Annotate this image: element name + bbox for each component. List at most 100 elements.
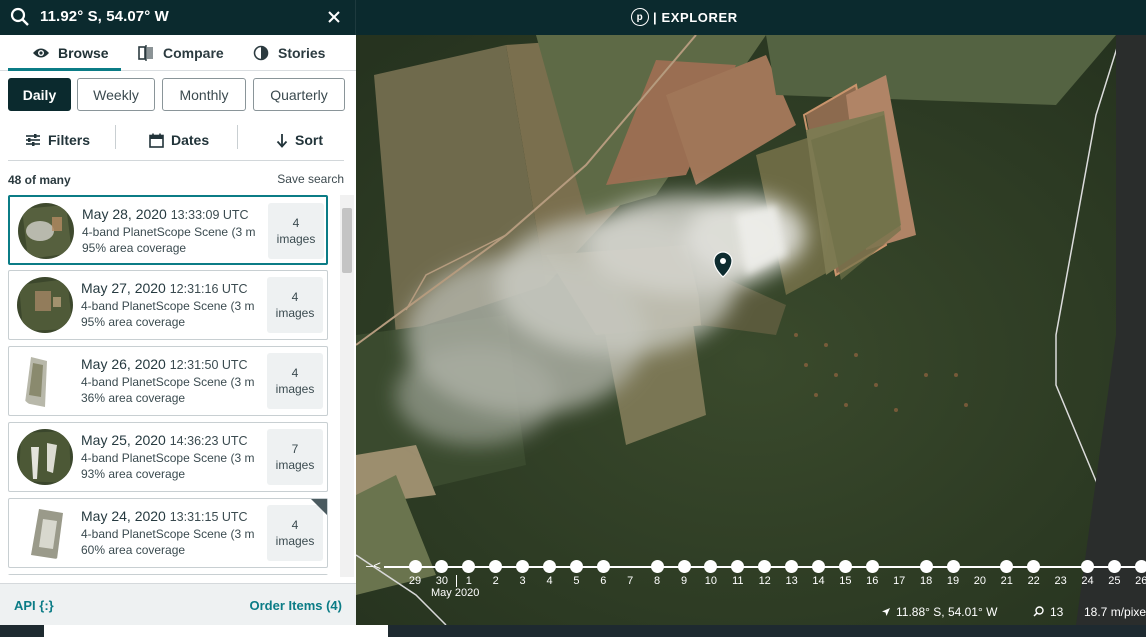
scene-time: 14:36:23 UTC (169, 434, 248, 448)
arrow-down-icon (276, 133, 288, 148)
timeline-day-dot[interactable] (408, 560, 422, 573)
timeline-day-dot[interactable] (677, 560, 691, 573)
navigation-arrow-icon (882, 608, 890, 616)
timeline-day-dot[interactable] (1107, 560, 1121, 573)
timeline-day-dot[interactable] (543, 560, 556, 573)
zoom-value: 13 (1050, 605, 1064, 619)
list-item[interactable]: May 27, 2020 12:31:16 UTC 4-band PlanetS… (8, 270, 328, 340)
os-taskbar-search[interactable] (44, 625, 388, 637)
timeline-day-dot[interactable] (893, 560, 906, 573)
timeline-day-label: 26 (1135, 575, 1146, 587)
timeline-day-dot[interactable] (1027, 560, 1041, 573)
timeline[interactable]: –< 29 30 1 2 3 4 5 6 7 8 9 10 11 12 13 14 15 16 17 18 19 20 21… (356, 555, 1146, 605)
timeline-back-button[interactable]: –< (366, 558, 381, 573)
image-count-badge[interactable]: 4 images (267, 353, 323, 409)
map-imagery (356, 35, 1146, 625)
timeline-day-label: 29 (408, 575, 422, 587)
timeline-day-dot[interactable] (462, 560, 476, 573)
list-item[interactable]: May 26, 2020 12:31:50 UTC 4-band PlanetS… (8, 346, 328, 416)
timeline-day-dot[interactable] (785, 560, 799, 573)
filters-label: Filters (48, 132, 91, 148)
results-count: 48 of many (8, 173, 71, 187)
sidebar-footer: API {:} Order Items (4) (0, 583, 356, 625)
image-count-unit: images (276, 232, 316, 246)
scale-readout: 18.7 m/pixel (1084, 605, 1146, 619)
timeline-day-dot[interactable] (516, 560, 530, 573)
period-daily-button[interactable]: Daily (8, 78, 71, 111)
timeline-day-dot[interactable] (865, 560, 879, 573)
scene-date: May 24, 2020 13:31:15 UTC (81, 508, 248, 524)
timeline-day-label: 20 (973, 575, 987, 587)
month-tick (456, 575, 457, 587)
timeline-day-dot[interactable] (946, 560, 960, 573)
timeline-day-label: 22 (1027, 575, 1040, 587)
image-count-badge[interactable]: 4 images (267, 277, 323, 333)
tab-stories[interactable]: Stories (252, 35, 325, 71)
timeline-day-label: 4 (546, 575, 553, 587)
sliders-icon (26, 134, 40, 146)
order-items-link[interactable]: Order Items (4) (250, 598, 342, 613)
search-input[interactable]: 11.92° S, 54.07° W (40, 8, 169, 25)
timeline-day-dot[interactable] (1134, 560, 1146, 573)
scene-time: 12:31:50 UTC (169, 358, 248, 372)
timeline-day-dot[interactable] (838, 560, 852, 573)
period-quarterly-button[interactable]: Quarterly (253, 78, 345, 111)
scrollbar-thumb[interactable] (342, 208, 352, 273)
image-count-unit: images (275, 382, 315, 396)
timeline-day-label: 23 (1054, 575, 1067, 587)
timeline-day-dot[interactable] (919, 560, 933, 573)
calendar-icon (149, 133, 164, 148)
api-link[interactable]: API {:} (14, 598, 54, 613)
timeline-day-dot[interactable] (650, 560, 664, 573)
scene-coverage: 60% area coverage (81, 543, 186, 557)
tab-browse[interactable]: Browse (32, 35, 109, 71)
timeline-day-dot[interactable] (973, 560, 986, 573)
timeline-day-dot[interactable] (435, 560, 449, 573)
list-item[interactable]: May 24, 2020 13:31:15 UTC 4-band PlanetS… (8, 498, 328, 568)
search-box[interactable]: 11.92° S, 54.07° W (0, 0, 356, 35)
timeline-day-dot[interactable] (1000, 560, 1014, 573)
filters-button[interactable]: Filters (25, 129, 90, 151)
scene-thumbnail (18, 203, 74, 259)
list-item[interactable]: May 28, 2020 13:33:09 UTC 4-band PlanetS… (8, 195, 328, 265)
timeline-day-label: 30 (435, 575, 449, 587)
timeline-day-dot[interactable] (731, 560, 745, 573)
cursor-coordinates: 11.88° S, 54.01° W (881, 605, 997, 619)
brand-name: | EXPLORER (653, 9, 738, 25)
divider (237, 125, 238, 149)
tab-compare[interactable]: Compare (137, 35, 224, 71)
save-search-link[interactable]: Save search (277, 172, 344, 186)
close-icon[interactable] (326, 9, 342, 25)
timeline-day-dot[interactable] (489, 560, 503, 573)
sort-label: Sort (295, 132, 323, 148)
scene-thumbnail (17, 277, 73, 333)
timeline-day-dot[interactable] (1081, 560, 1094, 573)
timeline-day-label: 10 (704, 575, 718, 587)
top-bar: 11.92° S, 54.07° W p | EXPLORER (0, 0, 1146, 35)
period-monthly-button[interactable]: Monthly (162, 78, 246, 111)
timeline-day-dot[interactable] (812, 560, 825, 573)
stories-icon (252, 44, 270, 62)
search-icon[interactable] (10, 7, 30, 27)
timeline-day-dot[interactable] (758, 560, 772, 573)
sort-button[interactable]: Sort (276, 129, 323, 151)
timeline-day-dot[interactable] (569, 560, 583, 573)
timeline-day-dot[interactable] (624, 560, 637, 573)
satellite-map[interactable] (356, 35, 1146, 625)
image-count-badge[interactable]: 7 images (267, 429, 323, 485)
scene-type: 4-band PlanetScope Scene (3 m (81, 527, 255, 541)
list-item[interactable] (8, 574, 328, 575)
period-weekly-button[interactable]: Weekly (77, 78, 155, 111)
scene-date: May 28, 2020 13:33:09 UTC (82, 206, 249, 222)
tab-compare-label: Compare (163, 45, 224, 61)
timeline-day-dot[interactable] (1054, 560, 1067, 573)
image-count-badge[interactable]: 4 images (268, 203, 324, 259)
image-count: 4 (292, 216, 300, 230)
dates-button[interactable]: Dates (149, 129, 209, 151)
scene-coverage: 95% area coverage (81, 315, 186, 329)
timeline-day-dot[interactable] (704, 560, 718, 573)
timeline-day-dot[interactable] (596, 560, 610, 573)
sidebar: Browse Compare Stories Daily Weekly Mont… (0, 35, 356, 625)
list-item[interactable]: May 25, 2020 14:36:23 UTC 4-band PlanetS… (8, 422, 328, 492)
brand[interactable]: p | EXPLORER (631, 8, 738, 26)
